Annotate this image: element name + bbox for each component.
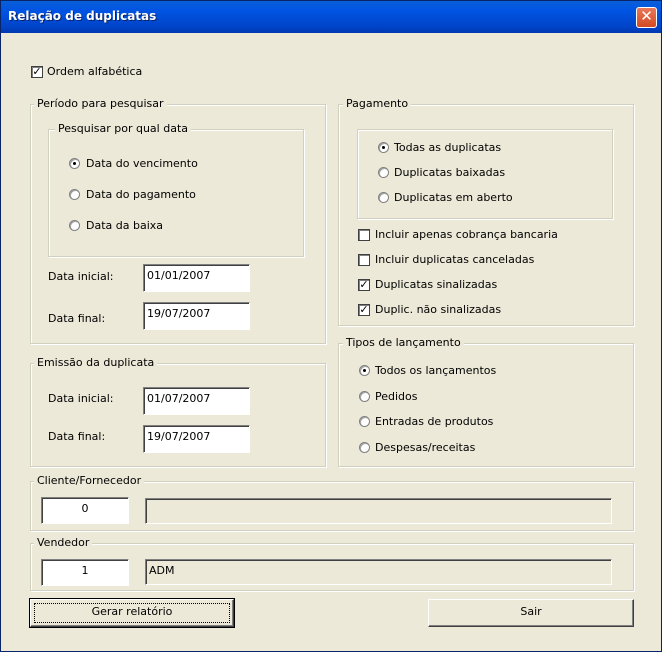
check-duplicatas-canceladas-label: Incluir duplicatas canceladas <box>375 253 535 266</box>
emissao-group-title: Emissão da duplicata <box>34 356 158 369</box>
radio-entradas-produtos-label: Entradas de produtos <box>375 415 494 428</box>
radio-entradas-produtos[interactable] <box>359 416 370 427</box>
periodo-data-final-input[interactable]: 19/07/2007 <box>143 302 250 330</box>
cliente-group-title: Cliente/Fornecedor <box>34 474 145 487</box>
check-mark-icon: ✓ <box>359 303 369 316</box>
vendedor-code-input[interactable]: 1 <box>41 559 129 586</box>
close-button[interactable]: ✕ <box>636 7 657 28</box>
title-bar[interactable]: Relação de duplicatas ✕ <box>1 1 661 33</box>
radio-todos-lancamentos[interactable] <box>359 365 370 376</box>
ordem-alfabetica-label: Ordem alfabética <box>47 65 143 78</box>
check-duplic-nao-sinalizadas[interactable]: ✓ <box>358 304 370 316</box>
radio-duplicatas-em-aberto-label: Duplicatas em aberto <box>394 191 513 204</box>
vendedor-name-field: ADM <box>145 559 612 585</box>
check-mark-icon: ✓ <box>32 65 42 78</box>
check-mark-icon: ✓ <box>359 278 369 291</box>
emissao-data-final-input[interactable]: 19/07/2007 <box>143 425 250 453</box>
emissao-data-inicial-label: Data inicial: <box>48 392 114 405</box>
radio-data-pagamento-label: Data do pagamento <box>86 188 196 201</box>
tipos-group-title: Tipos de lançamento <box>343 336 464 349</box>
radio-duplicatas-baixadas[interactable] <box>378 167 389 178</box>
ordem-alfabetica-checkbox[interactable]: ✓ <box>31 66 43 78</box>
radio-data-baixa[interactable] <box>69 220 80 231</box>
radio-data-pagamento[interactable] <box>69 189 80 200</box>
radio-todas-duplicatas[interactable] <box>378 142 389 153</box>
emissao-data-inicial-input[interactable]: 01/07/2007 <box>143 387 250 415</box>
check-duplicatas-sinalizadas[interactable]: ✓ <box>358 279 370 291</box>
radio-duplicatas-baixadas-label: Duplicatas baixadas <box>394 166 506 179</box>
radio-data-baixa-label: Data da baixa <box>86 219 164 232</box>
gerar-relatorio-button[interactable]: Gerar relatório <box>29 598 235 628</box>
sair-button-label: Sair <box>520 605 542 618</box>
focus-rectangle <box>34 603 230 623</box>
periodo-data-inicial-input[interactable]: 01/01/2007 <box>143 264 250 292</box>
vendedor-group-title: Vendedor <box>34 536 93 549</box>
check-duplic-nao-sinalizadas-label: Duplic. não sinalizadas <box>375 303 502 316</box>
radio-pedidos[interactable] <box>359 391 370 402</box>
periodo-data-final-label: Data final: <box>48 312 106 325</box>
periodo-data-inicial-label: Data inicial: <box>48 270 114 283</box>
sair-button[interactable]: Sair <box>428 599 634 627</box>
periodo-group-title: Período para pesquisar <box>34 97 167 110</box>
check-duplicatas-sinalizadas-label: Duplicatas sinalizadas <box>375 278 498 291</box>
radio-despesas-receitas-label: Despesas/receitas <box>375 441 476 454</box>
cliente-name-field <box>145 498 612 524</box>
window-title: Relação de duplicatas <box>8 9 157 23</box>
emissao-data-final-label: Data final: <box>48 430 106 443</box>
radio-pedidos-label: Pedidos <box>375 390 418 403</box>
pagamento-group-title: Pagamento <box>343 97 412 110</box>
check-cobranca-bancaria[interactable] <box>358 229 370 241</box>
check-cobranca-bancaria-label: Incluir apenas cobrança bancaria <box>375 228 558 241</box>
radio-despesas-receitas[interactable] <box>359 442 370 453</box>
pesquisar-data-group-title: Pesquisar por qual data <box>55 122 191 135</box>
radio-data-vencimento[interactable] <box>69 158 80 169</box>
radio-data-vencimento-label: Data do vencimento <box>86 157 198 170</box>
radio-todas-duplicatas-label: Todas as duplicatas <box>394 141 502 154</box>
cliente-code-input[interactable]: 0 <box>41 497 129 524</box>
radio-duplicatas-em-aberto[interactable] <box>378 192 389 203</box>
check-duplicatas-canceladas[interactable] <box>358 254 370 266</box>
radio-todos-lancamentos-label: Todos os lançamentos <box>375 364 497 377</box>
close-icon: ✕ <box>640 7 653 25</box>
